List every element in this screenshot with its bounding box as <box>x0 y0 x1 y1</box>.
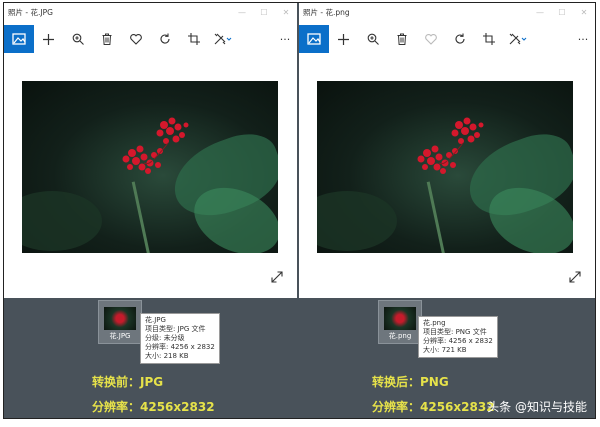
window-controls: — ☐ ✕ <box>529 3 595 23</box>
expand-icon <box>569 271 581 283</box>
minimize-button[interactable]: — <box>231 3 253 23</box>
delete-icon <box>397 33 406 45</box>
image-view-button[interactable] <box>4 25 34 53</box>
fullscreen-button[interactable] <box>271 271 283 286</box>
caption-right-resolution: 分辨率：4256x2832 <box>372 400 495 414</box>
tooltip-line: 分辨率: 4256 x 2832 <box>145 343 215 351</box>
plus-icon <box>338 33 349 45</box>
window-title-text: 照片 - 花.png <box>303 8 350 17</box>
zoom-in-button[interactable] <box>63 25 92 53</box>
maximize-button[interactable]: ☐ <box>551 3 573 23</box>
red-flower-icon <box>417 117 484 174</box>
minimize-button[interactable]: — <box>529 3 551 23</box>
rotate-button[interactable] <box>445 25 474 53</box>
file-tooltip-png: 花.png 项目类型: PNG 文件 分辨率: 4256 x 2832 大小: … <box>418 316 498 358</box>
image-view-icon <box>12 33 26 45</box>
edit-icon <box>509 33 526 45</box>
close-button[interactable]: ✕ <box>573 3 595 23</box>
edit-create-button[interactable] <box>503 25 532 53</box>
toolbar: ··· <box>4 25 297 53</box>
image-view-icon <box>307 33 321 45</box>
rotate-icon <box>160 33 170 44</box>
tooltip-line: 项目类型: PNG 文件 <box>423 328 487 336</box>
edit-create-button[interactable] <box>208 25 237 53</box>
more-button[interactable]: ··· <box>571 25 595 53</box>
tooltip-line: 分辨率: 4256 x 2832 <box>423 337 493 345</box>
close-button[interactable]: ✕ <box>275 3 297 23</box>
file-name: 花.png <box>388 332 412 340</box>
add-button[interactable] <box>34 25 63 53</box>
screenshot-frame: 照片 - 花.JPG — ☐ ✕ ··· 照片 - 花.png — ☐ ✕ ··… <box>3 2 596 419</box>
red-flower-icon <box>122 117 189 174</box>
window-title: 照片 - 花.png — ☐ ✕ <box>299 3 595 23</box>
more-button[interactable]: ··· <box>273 25 297 53</box>
crop-button[interactable] <box>179 25 208 53</box>
zoom-in-button[interactable] <box>358 25 387 53</box>
watermark: 头条 @知识与技能 <box>487 400 587 414</box>
file-name: 花.JPG <box>109 332 131 340</box>
maximize-button[interactable]: ☐ <box>253 3 275 23</box>
file-icon-jpg[interactable]: 花.JPG <box>98 300 142 344</box>
caption-right-format: 转换后：PNG <box>372 375 449 389</box>
crop-icon <box>482 33 495 45</box>
file-thumbnail <box>384 307 416 330</box>
crop-button[interactable] <box>474 25 503 53</box>
rotate-icon <box>455 33 465 44</box>
expand-icon <box>271 271 283 283</box>
rotate-button[interactable] <box>150 25 179 53</box>
photos-window-left: 照片 - 花.JPG — ☐ ✕ ··· <box>4 3 297 298</box>
tooltip-line: 项目类型: JPG 文件 <box>145 325 206 333</box>
add-button[interactable] <box>329 25 358 53</box>
delete-button[interactable] <box>92 25 121 53</box>
toolbar: ··· <box>299 25 595 53</box>
heart-icon <box>129 33 142 45</box>
file-icon-png[interactable]: 花.png <box>378 300 422 344</box>
tooltip-line: 分级: 未分级 <box>145 334 185 342</box>
delete-icon <box>102 33 111 45</box>
crop-icon <box>187 33 200 45</box>
flower-photo <box>317 81 573 253</box>
heart-icon <box>424 33 437 45</box>
favorite-button[interactable] <box>416 25 445 53</box>
flower-photo <box>22 81 278 253</box>
zoom-in-icon <box>72 33 84 45</box>
tooltip-line: 大小: 721 KB <box>423 346 467 354</box>
window-title: 照片 - 花.JPG — ☐ ✕ <box>4 3 297 23</box>
edit-icon <box>214 33 231 45</box>
tooltip-line: 花.JPG <box>145 316 166 324</box>
file-tooltip-jpg: 花.JPG 项目类型: JPG 文件 分级: 未分级 分辨率: 4256 x 2… <box>140 313 220 364</box>
delete-button[interactable] <box>387 25 416 53</box>
zoom-in-icon <box>367 33 379 45</box>
tooltip-line: 大小: 218 KB <box>145 352 189 360</box>
image-view-button[interactable] <box>299 25 329 53</box>
window-title-text: 照片 - 花.JPG <box>8 8 53 17</box>
window-controls: — ☐ ✕ <box>231 3 297 23</box>
file-thumbnail <box>104 307 136 330</box>
plus-icon <box>43 33 54 45</box>
photos-window-right: 照片 - 花.png — ☐ ✕ ··· <box>299 3 595 298</box>
fullscreen-button[interactable] <box>569 271 581 286</box>
favorite-button[interactable] <box>121 25 150 53</box>
caption-left-resolution: 分辨率：4256x2832 <box>92 400 215 414</box>
tooltip-line: 花.png <box>423 319 446 327</box>
caption-left-format: 转换前：JPG <box>92 375 164 389</box>
